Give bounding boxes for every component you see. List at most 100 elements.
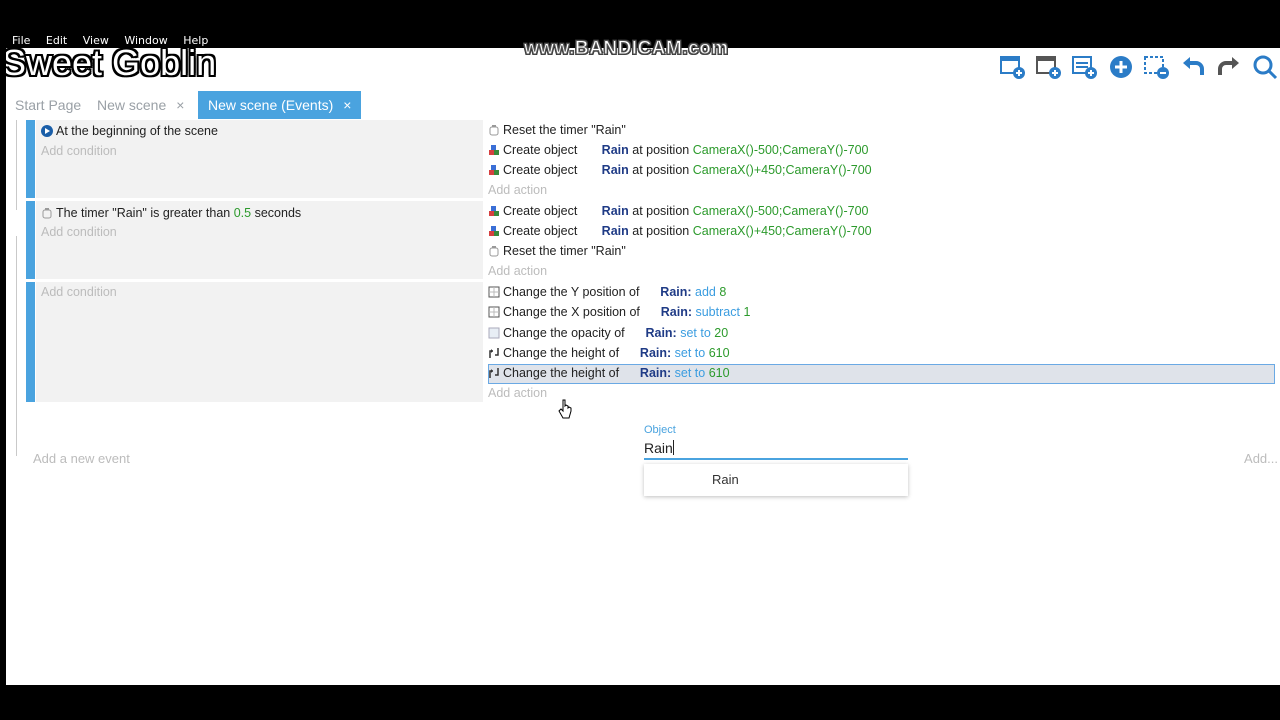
action-row[interactable]: Reset the timer "Rain" bbox=[488, 241, 626, 261]
object-name: Rain: bbox=[660, 285, 692, 299]
event-block[interactable]: Add condition Change the Y position of R… bbox=[26, 282, 1280, 402]
condition-text: At the beginning of the scene bbox=[56, 124, 218, 138]
action-value: CameraX()+450;CameraY()-700 bbox=[692, 163, 872, 177]
action-operator: set to bbox=[680, 326, 711, 340]
event-block[interactable]: At the beginning of the scene Add condit… bbox=[26, 120, 1280, 198]
action-row[interactable]: Change the height of Rain: set to 610 bbox=[488, 343, 730, 363]
add-action-link[interactable]: Add action bbox=[488, 261, 547, 281]
action-verb: Create object bbox=[503, 224, 578, 238]
object-name: Rain bbox=[601, 204, 629, 218]
scene-start-icon bbox=[41, 125, 53, 137]
conditions-area[interactable]: The timer "Rain" is greater than 0.5 sec… bbox=[36, 201, 483, 279]
tab-start-page[interactable]: Start Page bbox=[15, 91, 81, 119]
add-menu-link[interactable]: Add... bbox=[1244, 451, 1278, 466]
resize-icon bbox=[489, 348, 499, 358]
events-sheet: At the beginning of the scene Add condit… bbox=[6, 120, 1280, 680]
object-field-label: Object bbox=[644, 424, 676, 436]
action-row[interactable]: Reset the timer "Rain" bbox=[488, 120, 626, 140]
add-condition-link[interactable]: Add condition bbox=[41, 222, 117, 242]
add-condition-link[interactable]: Add condition bbox=[41, 282, 117, 302]
object-selector-popup: Object Rain Rain bbox=[638, 420, 908, 500]
action-row[interactable]: Change the opacity of Rain: set to 20 bbox=[488, 323, 728, 343]
event-drag-handle[interactable] bbox=[26, 201, 35, 279]
action-value: 20 bbox=[714, 326, 729, 340]
conditions-area[interactable]: At the beginning of the scene Add condit… bbox=[36, 120, 483, 198]
action-value: 1 bbox=[743, 305, 751, 319]
close-icon[interactable]: × bbox=[176, 97, 184, 113]
action-verb: Change the opacity of bbox=[503, 326, 625, 340]
event-drag-handle[interactable] bbox=[26, 282, 35, 402]
add-comment-icon[interactable] bbox=[1070, 52, 1100, 82]
action-value: 610 bbox=[708, 366, 730, 380]
position-icon bbox=[488, 306, 500, 318]
toolbar bbox=[998, 52, 1280, 88]
action-operator: set to bbox=[674, 366, 706, 380]
redo-icon[interactable] bbox=[1214, 52, 1244, 82]
text-caret bbox=[672, 440, 674, 455]
object-name: Rain: bbox=[639, 346, 672, 360]
action-text: at position bbox=[632, 204, 690, 218]
close-icon[interactable]: × bbox=[343, 97, 351, 113]
action-row[interactable]: Create object Rain at position CameraX()… bbox=[488, 201, 868, 221]
action-text: at position bbox=[632, 143, 690, 157]
add-condition-link[interactable]: Add condition bbox=[41, 141, 117, 161]
object-name: Rain bbox=[601, 143, 629, 157]
add-event-icon[interactable] bbox=[998, 52, 1028, 82]
autocomplete-list: Rain bbox=[644, 464, 908, 496]
add-new-event-link[interactable]: Add a new event bbox=[33, 451, 130, 466]
app-window: File Edit View Window Help Sweet Goblin … bbox=[6, 34, 1280, 685]
action-row[interactable]: Create object Rain at position CameraX()… bbox=[488, 221, 872, 241]
object-input-value: Rain bbox=[644, 440, 673, 456]
object-input[interactable]: Rain bbox=[644, 438, 908, 460]
action-text: at position bbox=[632, 163, 690, 177]
action-row[interactable]: Create object Rain at position CameraX()… bbox=[488, 160, 872, 180]
add-action-link[interactable]: Add action bbox=[488, 180, 547, 200]
object-name: Rain bbox=[601, 224, 629, 238]
action-value: 610 bbox=[708, 346, 730, 360]
undo-icon[interactable] bbox=[1178, 52, 1208, 82]
conditions-area[interactable]: Add condition bbox=[36, 282, 483, 402]
search-icon[interactable] bbox=[1250, 52, 1280, 82]
action-value: CameraX()-500;CameraY()-700 bbox=[692, 204, 869, 218]
position-icon bbox=[488, 286, 500, 298]
add-subevent-icon[interactable] bbox=[1034, 52, 1064, 82]
mouse-cursor-icon bbox=[558, 399, 572, 419]
tab-new-scene[interactable]: New scene × bbox=[97, 91, 184, 119]
event-drag-handle[interactable] bbox=[26, 120, 35, 198]
action-verb: Change the height of bbox=[503, 346, 620, 360]
condition-text: seconds bbox=[254, 206, 302, 220]
object-name: Rain: bbox=[639, 366, 672, 380]
condition-row[interactable]: At the beginning of the scene bbox=[41, 121, 218, 141]
action-value: 8 bbox=[719, 285, 727, 299]
event-tree-line bbox=[16, 120, 17, 210]
action-verb: Change the X position of bbox=[503, 305, 640, 319]
resize-icon bbox=[489, 368, 499, 378]
delete-icon[interactable] bbox=[1142, 52, 1172, 82]
action-row-selected[interactable]: Change the height of Rain: set to 610 bbox=[488, 363, 730, 383]
action-row[interactable]: Change the X position of Rain: subtract … bbox=[488, 302, 750, 322]
timer-icon bbox=[489, 125, 499, 136]
actions-area[interactable]: Reset the timer "Rain" Create object Rai… bbox=[483, 120, 1280, 198]
action-text: at position bbox=[632, 224, 690, 238]
action-value: CameraX()+450;CameraY()-700 bbox=[692, 224, 872, 238]
action-operator: add bbox=[695, 285, 716, 299]
autocomplete-option[interactable]: Rain bbox=[712, 472, 739, 487]
tab-label: Start Page bbox=[15, 97, 82, 113]
add-action-link[interactable]: Add action bbox=[488, 383, 547, 403]
actions-area[interactable]: Create object Rain at position CameraX()… bbox=[483, 201, 1280, 279]
tab-new-scene-events[interactable]: New scene (Events) × bbox=[198, 91, 362, 119]
action-verb: Create object bbox=[503, 163, 578, 177]
action-verb: Change the height of bbox=[503, 366, 620, 380]
event-block[interactable]: The timer "Rain" is greater than 0.5 sec… bbox=[26, 201, 1280, 279]
object-name: Rain: bbox=[645, 326, 677, 340]
condition-text: The timer "Rain" is greater than bbox=[56, 206, 231, 220]
tab-label: New scene bbox=[97, 97, 167, 113]
add-more-icon[interactable] bbox=[1106, 52, 1136, 82]
condition-row[interactable]: The timer "Rain" is greater than 0.5 sec… bbox=[41, 203, 301, 223]
object-name: Rain: bbox=[660, 305, 692, 319]
channel-watermark: Sweet Goblin bbox=[6, 42, 217, 83]
actions-area[interactable]: Change the Y position of Rain: add 8 Cha… bbox=[483, 282, 1280, 402]
action-row[interactable]: Change the Y position of Rain: add 8 bbox=[488, 282, 726, 302]
action-row[interactable]: Create object Rain at position CameraX()… bbox=[488, 140, 868, 160]
create-object-icon bbox=[489, 226, 499, 236]
